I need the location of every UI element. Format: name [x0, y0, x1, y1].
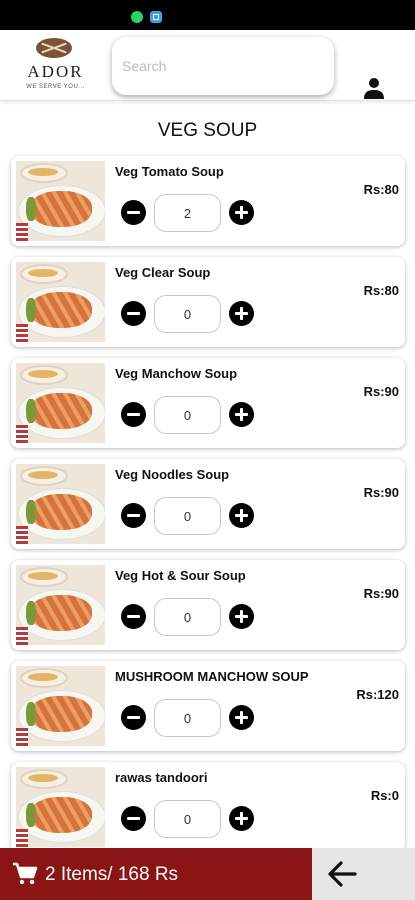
- item-name: Veg Manchow Soup: [115, 366, 238, 381]
- menu-item-card: rawas tandoori Rs:0: [11, 762, 405, 852]
- decrease-quantity-button[interactable]: [121, 806, 146, 831]
- decrease-quantity-button[interactable]: [121, 402, 146, 427]
- decrease-quantity-button[interactable]: [121, 200, 146, 225]
- whatsapp-notification-icon: [131, 11, 143, 23]
- menu-item-card: Veg Hot & Sour Soup Rs:90: [11, 560, 405, 650]
- logo-mark-icon: [36, 38, 72, 58]
- view-cart-button[interactable]: 2 Items/ 168 Rs: [0, 848, 312, 900]
- increase-quantity-button[interactable]: [229, 604, 254, 629]
- increase-quantity-button[interactable]: [229, 301, 254, 326]
- item-price: Rs:90: [363, 586, 399, 601]
- increase-quantity-button[interactable]: [229, 705, 254, 730]
- item-name: Veg Hot & Sour Soup: [115, 568, 246, 583]
- item-name: Veg Tomato Soup: [115, 164, 224, 179]
- increase-quantity-button[interactable]: [229, 402, 254, 427]
- user-icon[interactable]: [362, 76, 386, 100]
- page-title: VEG SOUP: [157, 120, 258, 141]
- quantity-field[interactable]: [154, 497, 221, 535]
- food-image: [16, 363, 105, 443]
- decrease-quantity-button[interactable]: [121, 301, 146, 326]
- menu-item-card: MUSHROOM MANCHOW SOUP Rs:120: [11, 661, 405, 751]
- menu-item-card: Veg Tomato Soup Rs:80: [11, 156, 405, 246]
- food-image: [16, 565, 105, 645]
- quantity-field[interactable]: [154, 396, 221, 434]
- decrease-quantity-button[interactable]: [121, 705, 146, 730]
- arrow-left-icon[interactable]: [327, 860, 357, 888]
- food-image: [16, 262, 105, 342]
- item-price: Rs:90: [363, 384, 399, 399]
- item-price: Rs:0: [370, 788, 399, 803]
- item-name: Veg Clear Soup: [115, 265, 211, 280]
- quantity-field[interactable]: [154, 295, 221, 333]
- menu-item-card: Veg Noodles Soup Rs:90: [11, 459, 405, 549]
- item-price: Rs:80: [363, 182, 399, 197]
- item-name: rawas tandoori: [115, 770, 208, 785]
- menu-item-card: Veg Manchow Soup Rs:90: [11, 358, 405, 448]
- item-name: MUSHROOM MANCHOW SOUP: [115, 669, 309, 684]
- status-bar: [0, 0, 415, 30]
- search-input[interactable]: [112, 37, 334, 95]
- item-price: Rs:90: [363, 485, 399, 500]
- food-image: [16, 464, 105, 544]
- food-image: [16, 161, 105, 241]
- quantity-field[interactable]: [154, 598, 221, 636]
- increase-quantity-button[interactable]: [229, 503, 254, 528]
- logo-tagline: WE SERVE YOU...: [26, 84, 85, 90]
- cart-icon: [13, 862, 38, 885]
- quantity-field[interactable]: [154, 194, 221, 232]
- menu-item-card: Veg Clear Soup Rs:80: [11, 257, 405, 347]
- food-image: [16, 666, 105, 746]
- increase-quantity-button[interactable]: [229, 200, 254, 225]
- item-name: Veg Noodles Soup: [115, 467, 230, 482]
- screenshot-notification-icon: [150, 11, 162, 23]
- item-price: Rs:120: [356, 687, 399, 702]
- quantity-field[interactable]: [154, 800, 221, 838]
- decrease-quantity-button[interactable]: [121, 503, 146, 528]
- increase-quantity-button[interactable]: [229, 806, 254, 831]
- logo-text: ADOR: [27, 62, 84, 81]
- food-image: [16, 767, 105, 847]
- cart-summary: 2 Items/ 168 Rs: [45, 864, 179, 885]
- bottom-bar: 2 Items/ 168 Rs: [0, 848, 415, 900]
- item-price: Rs:80: [363, 283, 399, 298]
- quantity-field[interactable]: [154, 699, 221, 737]
- decrease-quantity-button[interactable]: [121, 604, 146, 629]
- ador-logo: ADOR WE SERVE YOU...: [8, 35, 103, 95]
